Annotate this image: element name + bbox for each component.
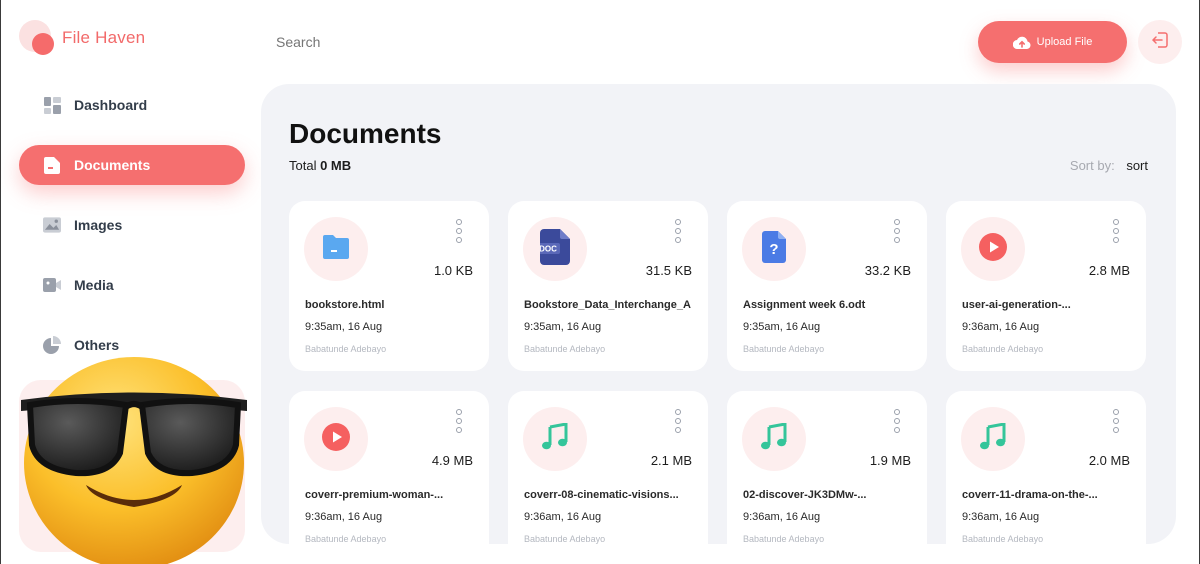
music-note-icon: [979, 421, 1007, 456]
file-card[interactable]: 2.1 MB coverr-08-cinematic-visions... 9:…: [508, 391, 708, 544]
sort-value: sort: [1126, 158, 1148, 173]
file-size: 31.5 KB: [645, 263, 692, 278]
logout-icon: [1151, 31, 1169, 54]
file-time: 9:35am, 16 Aug: [743, 321, 821, 333]
app-name: File Haven: [62, 28, 146, 47]
play-icon: [322, 422, 350, 456]
file-size: 2.8 MB: [1088, 263, 1130, 278]
file-owner: Babatunde Adebayo: [743, 534, 825, 544]
file-owner: Babatunde Adebayo: [305, 534, 387, 544]
music-note-icon: [760, 421, 788, 456]
sidebar-item-label: Images: [74, 217, 123, 233]
upload-file-label: Upload File: [1036, 36, 1093, 48]
total-size: Total 0 MB: [289, 158, 352, 173]
file-owner: Babatunde Adebayo: [305, 344, 387, 354]
file-card[interactable]: 1.0 KB bookstore.html 9:35am, 16 Aug Bab…: [289, 201, 489, 371]
app-window: File Haven Dashboard Documents Images Me…: [0, 0, 1200, 564]
file-name: coverr-08-cinematic-visions...: [524, 489, 679, 501]
more-options-icon[interactable]: [1111, 219, 1121, 243]
file-thumb: ?: [742, 217, 806, 281]
sidebar-item-label: Documents: [74, 157, 151, 173]
image-icon: [43, 216, 61, 234]
app-logo[interactable]: File Haven: [19, 20, 145, 56]
sunglasses-emoji-icon: [21, 357, 247, 564]
file-size: 2.1 MB: [650, 453, 692, 468]
sidebar-item-label: Media: [74, 277, 114, 293]
logo-icon: [19, 20, 55, 56]
file-owner: Babatunde Adebayo: [962, 344, 1044, 354]
file-time: 9:36am, 16 Aug: [962, 321, 1040, 333]
file-thumb: DOC: [523, 217, 587, 281]
file-card[interactable]: ? 33.2 KB Assignment week 6.odt 9:35am, …: [727, 201, 927, 371]
doc-file-icon: DOC: [536, 228, 570, 270]
file-card[interactable]: 1.9 MB 02-discover-JK3DMw-... 9:36am, 16…: [727, 391, 927, 544]
logout-button[interactable]: [1138, 20, 1182, 64]
file-owner: Babatunde Adebayo: [962, 534, 1044, 544]
document-icon: [43, 156, 61, 174]
file-owner: Babatunde Adebayo: [743, 344, 825, 354]
file-time: 9:36am, 16 Aug: [305, 511, 383, 523]
file-size: 33.2 KB: [864, 263, 911, 278]
file-time: 9:36am, 16 Aug: [743, 511, 821, 523]
file-time: 9:36am, 16 Aug: [962, 511, 1040, 523]
file-size: 1.0 KB: [433, 263, 473, 278]
file-size: 4.9 MB: [431, 453, 473, 468]
file-card[interactable]: DOC 31.5 KB Bookstore_Data_Interchange_A…: [508, 201, 708, 371]
upload-file-button[interactable]: Upload File: [978, 21, 1127, 63]
file-card[interactable]: 4.9 MB coverr-premium-woman-... 9:36am, …: [289, 391, 489, 544]
more-options-icon[interactable]: [1111, 409, 1121, 433]
sidebar-item-media[interactable]: Media: [19, 265, 245, 305]
sidebar-item-documents[interactable]: Documents: [19, 145, 245, 185]
more-options-icon[interactable]: [673, 219, 683, 243]
file-card[interactable]: 2.8 MB user-ai-generation-... 9:36am, 16…: [946, 201, 1146, 371]
music-note-icon: [541, 421, 569, 456]
page-title: Documents: [289, 118, 442, 149]
more-options-icon[interactable]: [892, 219, 902, 243]
file-name: bookstore.html: [305, 299, 385, 311]
sidebar-item-images[interactable]: Images: [19, 205, 245, 245]
main-panel: Documents Total 0 MB Sort by: sort 1.0 K…: [261, 84, 1176, 544]
file-name: coverr-premium-woman-...: [305, 489, 444, 501]
file-name: Assignment week 6.odt: [743, 299, 866, 311]
video-icon: [43, 276, 61, 294]
cloud-upload-icon: [1012, 36, 1031, 49]
sidebar-item-label: Dashboard: [74, 97, 148, 113]
folder-file-icon: [323, 234, 349, 264]
file-time: 9:35am, 16 Aug: [524, 321, 602, 333]
svg-text:DOC: DOC: [540, 244, 557, 253]
more-options-icon[interactable]: [454, 219, 464, 243]
file-card[interactable]: 2.0 MB coverr-11-drama-on-the-... 9:36am…: [946, 391, 1146, 544]
sidebar-item-dashboard[interactable]: Dashboard: [19, 85, 245, 125]
sort-control[interactable]: Sort by: sort: [1070, 158, 1148, 173]
file-owner: Babatunde Adebayo: [524, 534, 606, 544]
search-input[interactable]: [276, 34, 476, 50]
more-options-icon[interactable]: [892, 409, 902, 433]
file-thumb: [961, 217, 1025, 281]
total-size-value: 0 MB: [320, 158, 352, 173]
file-name: Bookstore_Data_Interchange_A: [524, 299, 691, 311]
file-thumb: [304, 217, 368, 281]
file-name: 02-discover-JK3DMw-...: [743, 489, 867, 501]
file-owner: Babatunde Adebayo: [524, 344, 606, 354]
file-name: coverr-11-drama-on-the-...: [962, 489, 1098, 501]
file-thumb: [961, 407, 1025, 471]
more-options-icon[interactable]: [454, 409, 464, 433]
file-thumb: [742, 407, 806, 471]
svg-text:?: ?: [769, 241, 778, 258]
file-size: 1.9 MB: [869, 453, 911, 468]
file-time: 9:35am, 16 Aug: [305, 321, 383, 333]
sort-label: Sort by:: [1069, 158, 1115, 173]
file-thumb: [304, 407, 368, 471]
file-size: 2.0 MB: [1088, 453, 1130, 468]
file-name: user-ai-generation-...: [962, 299, 1071, 311]
sidebar-nav: Dashboard Documents Images Media Others: [19, 85, 245, 385]
file-time: 9:36am, 16 Aug: [524, 511, 602, 523]
file-thumb: [523, 407, 587, 471]
more-options-icon[interactable]: [673, 409, 683, 433]
dashboard-icon: [43, 96, 61, 114]
unknown-file-icon: ?: [762, 230, 786, 268]
play-icon: [979, 232, 1007, 266]
